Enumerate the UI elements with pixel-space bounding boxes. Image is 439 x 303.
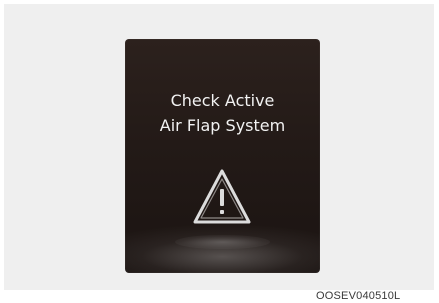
image-reference-code: OOSEV040510L <box>316 290 401 302</box>
reflection-glow <box>175 235 270 249</box>
warning-message-line-2: Air Flap System <box>159 116 286 135</box>
cluster-display: Check Active Air Flap System <box>125 39 320 273</box>
warning-message-line-1: Check Active <box>170 91 275 110</box>
warning-triangle-icon <box>193 169 251 224</box>
